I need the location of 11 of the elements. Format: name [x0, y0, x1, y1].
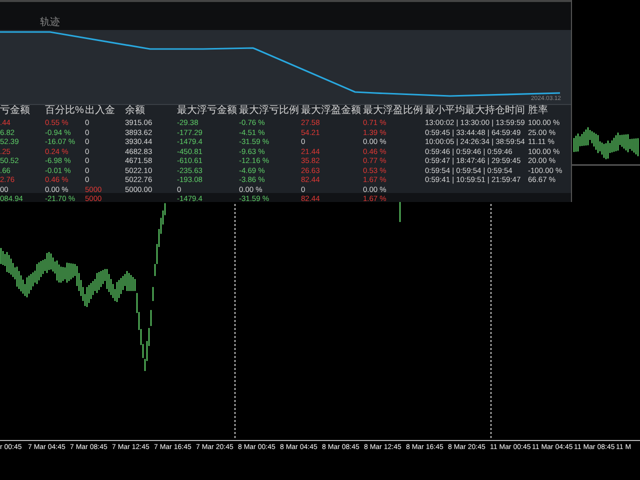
column-header: 余额: [125, 104, 146, 116]
column-header: 最大浮亏比例: [239, 104, 300, 116]
column-header: 百分比%: [45, 104, 85, 116]
column-header: 最大浮盈金额: [301, 104, 362, 116]
column-header: 最大浮亏金额: [177, 104, 238, 116]
column-header: 胜率: [528, 104, 549, 116]
column-header: 最小平均最大持仓时间: [425, 104, 526, 116]
column-header: 出入金: [85, 104, 116, 116]
panel-title: 轨迹: [40, 16, 60, 29]
column-header: 亏金额: [0, 104, 31, 116]
column-header: 最大浮盈比例: [363, 104, 424, 116]
